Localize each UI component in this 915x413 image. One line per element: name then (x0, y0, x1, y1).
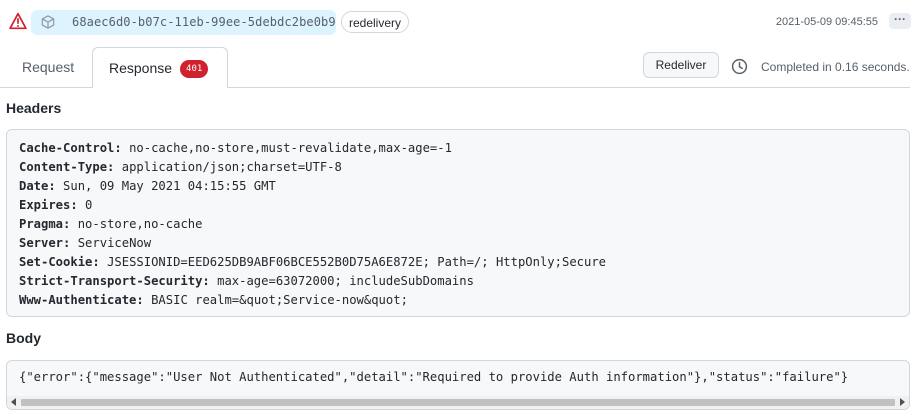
header-line: Expires: 0 (19, 196, 897, 215)
scroll-left-arrow-icon[interactable] (11, 398, 16, 406)
header-line: Content-Type: application/json;charset=U… (19, 158, 897, 177)
completion-status: Completed in 0.16 seconds. (761, 60, 910, 74)
header-value: max-age=63072000; includeSubDomains (217, 274, 474, 288)
clock-icon (731, 58, 748, 75)
header-value: BASIC realm=&quot;Service-now&quot; (151, 293, 408, 307)
redeliver-button[interactable]: Redeliver (643, 52, 719, 78)
tab-response-label: Response (109, 60, 173, 76)
more-options-button[interactable]: ··· (889, 13, 911, 29)
header-name: Date: (19, 179, 56, 193)
header-name: Strict-Transport-Security: (19, 274, 210, 288)
header-value: ServiceNow (77, 236, 152, 250)
body-title: Body (6, 330, 41, 346)
status-code-badge: 401 (180, 60, 209, 78)
tab-response[interactable]: Response 401 (92, 47, 228, 88)
header-line: Pragma: no-store,no-cache (19, 215, 897, 234)
header-value: JSESSIONID=EED625DB9ABF06BCE552B0D75A6E8… (107, 255, 607, 269)
header-value: 0 (85, 198, 93, 212)
redelivery-badge: redelivery (341, 11, 410, 33)
delivery-header: 68aec6d0-b07c-11eb-99ee-5debdc2be0b9 red… (0, 8, 915, 36)
tabs-bar: Request Response 401 Redeliver Completed … (0, 47, 910, 88)
header-value: no-store,no-cache (77, 217, 203, 231)
header-name: Content-Type: (19, 160, 115, 174)
header-name: Expires: (19, 198, 78, 212)
delivery-guid-pill[interactable]: 68aec6d0-b07c-11eb-99ee-5debdc2be0b9 (31, 10, 336, 35)
delivery-guid: 68aec6d0-b07c-11eb-99ee-5debdc2be0b9 (72, 15, 336, 29)
header-line: Cache-Control: no-cache,no-store,must-re… (19, 139, 897, 158)
scrollbar-thumb[interactable] (21, 399, 895, 406)
header-name: Cache-Control: (19, 141, 122, 155)
tab-request-label: Request (22, 59, 75, 75)
delivery-timestamp: 2021-05-09 09:45:55 (775, 16, 878, 28)
headers-box: Cache-Control: no-cache,no-store,must-re… (6, 129, 910, 317)
scroll-right-arrow-icon[interactable] (900, 398, 905, 406)
header-name: Set-Cookie: (19, 255, 100, 269)
horizontal-scrollbar[interactable] (7, 396, 909, 409)
alert-triangle-icon (9, 12, 27, 30)
body-box: {"error":{"message":"User Not Authentica… (6, 360, 910, 410)
header-line: Set-Cookie: JSESSIONID=EED625DB9ABF06BCE… (19, 253, 897, 272)
headers-title: Headers (6, 100, 62, 116)
header-value: no-cache,no-store,must-revalidate,max-ag… (129, 141, 452, 155)
header-line: Strict-Transport-Security: max-age=63072… (19, 272, 897, 291)
tab-request[interactable]: Request (22, 47, 74, 87)
header-name: Pragma: (19, 217, 71, 231)
header-value: application/json;charset=UTF-8 (121, 160, 342, 174)
header-value: Sun, 09 May 2021 04:15:55 GMT (63, 179, 276, 193)
cube-icon (41, 15, 55, 29)
header-name: Www-Authenticate: (19, 293, 144, 307)
body-content: {"error":{"message":"User Not Authentica… (19, 370, 849, 384)
header-line: Www-Authenticate: BASIC realm=&quot;Serv… (19, 291, 897, 310)
header-name: Server: (19, 236, 71, 250)
header-line: Server: ServiceNow (19, 234, 897, 253)
header-line: Date: Sun, 09 May 2021 04:15:55 GMT (19, 177, 897, 196)
